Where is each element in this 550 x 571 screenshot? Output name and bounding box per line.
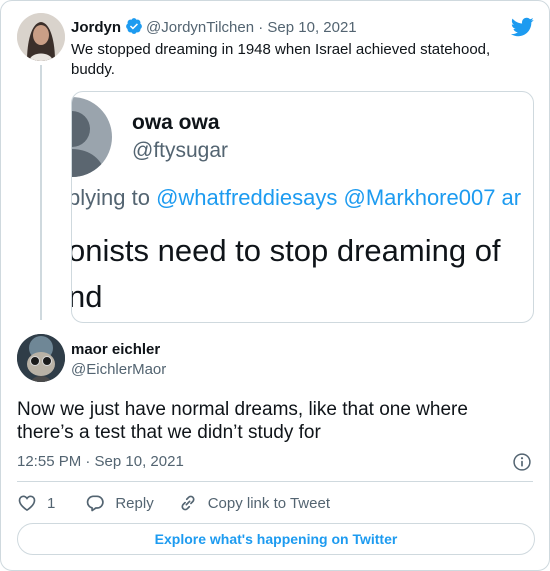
explore-twitter-button[interactable]: Explore what's happening on Twitter (17, 523, 535, 555)
reply-button[interactable]: Reply (85, 493, 154, 513)
verified-badge-icon (125, 17, 143, 40)
link-icon (181, 495, 195, 511)
like-count: 1 (47, 494, 56, 512)
reply-icon (87, 495, 105, 512)
main-tweet-text: Now we just have normal dreams, like tha… (17, 399, 468, 443)
twitter-bird-icon[interactable] (510, 15, 534, 44)
main-name[interactable]: maor eichler (71, 341, 160, 358)
attached-image[interactable]: owa owa @ftysugar plying to @whatfreddie… (71, 91, 534, 323)
parent-date[interactable]: Sep 10, 2021 (267, 19, 356, 36)
like-button[interactable]: 1 (17, 493, 55, 513)
quoted-text: onists need to stop dreaming of nd (71, 233, 501, 314)
parent-avatar[interactable] (17, 13, 65, 61)
timestamp[interactable]: 12:55 PM · Sep 10, 2021 (17, 453, 184, 470)
main-handle[interactable]: @EichlerMaor (71, 361, 166, 378)
quoted-handle: @ftysugar (132, 139, 229, 162)
action-bar: 1 Reply Copy link to Tweet (17, 491, 330, 515)
quoted-name: owa owa (132, 111, 220, 134)
copy-link-label: Copy link to Tweet (207, 494, 330, 512)
info-icon[interactable] (512, 452, 532, 477)
parent-handle[interactable]: @JordynTilchen (146, 19, 254, 36)
heart-icon (18, 495, 36, 512)
parent-name[interactable]: Jordyn (71, 19, 121, 36)
copy-link-button[interactable]: Copy link to Tweet (178, 493, 330, 513)
quoted-replying-to: plying to @whatfreddiesays @Markhore007 … (71, 185, 522, 210)
divider (17, 481, 533, 482)
main-avatar[interactable] (17, 334, 65, 382)
reply-label: Reply (115, 494, 154, 512)
header-separator: · (258, 19, 264, 36)
parent-tweet-text: We stopped dreaming in 1948 when Israel … (71, 41, 491, 78)
quoted-default-avatar (72, 97, 112, 177)
tweet-embed-card: Jordyn @JordynTilchen · Sep 10, 2021 We s… (0, 0, 550, 571)
parent-header: Jordyn @JordynTilchen · Sep 10, 2021 (71, 17, 357, 40)
thread-line (40, 65, 42, 320)
